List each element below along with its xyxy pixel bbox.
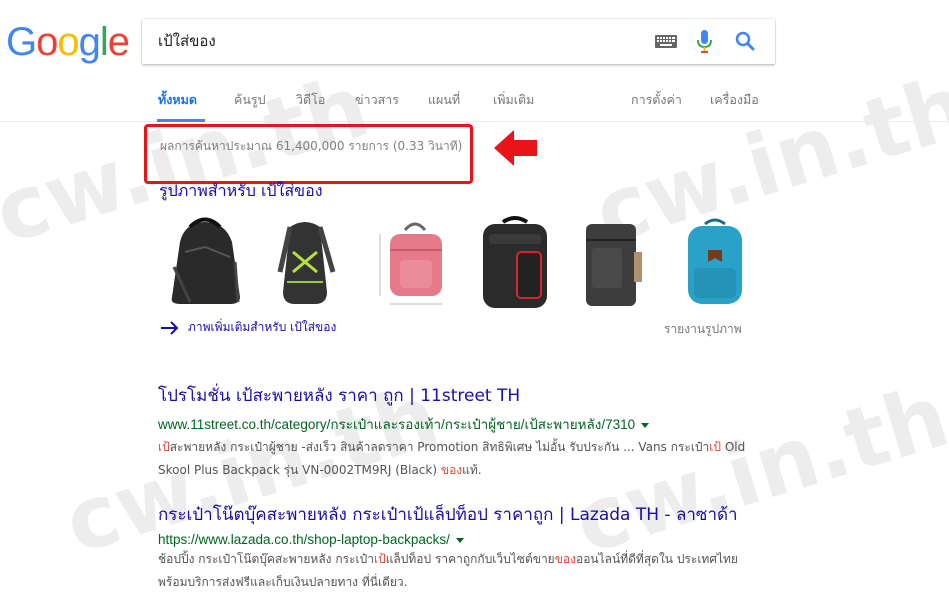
keyboard-icon[interactable] [655, 35, 677, 48]
image-thumbnail[interactable] [680, 212, 750, 312]
snippet-text: Old [721, 440, 746, 454]
logo-letter: o [36, 20, 58, 64]
tab-all[interactable]: ทั้งหมด [158, 90, 197, 110]
image-thumbnail[interactable] [475, 212, 555, 312]
tab-maps[interactable]: แผนที่ [428, 90, 460, 110]
logo-letter: o [57, 20, 79, 64]
tab-videos[interactable]: วิดีโอ [296, 90, 325, 110]
arrow-left-annotation-icon [494, 130, 537, 166]
tab-more[interactable]: เพิ่มเติม [493, 90, 534, 110]
more-images-link[interactable]: ภาพเพิ่มเติมสำหรับ เป้ใส่ของ [160, 318, 336, 337]
snippet-text: แท้. [462, 463, 482, 477]
report-images-link[interactable]: รายงานรูปภาพ [664, 320, 742, 339]
search-icon[interactable] [735, 31, 755, 51]
snippet-text: Skool Plus Backpack รุ่น VN-0002TM9RJ (B… [158, 463, 441, 477]
result-url-text: www.11street.co.th/category/กระเป๋าและรอ… [158, 417, 636, 432]
tab-images[interactable]: ค้นรูป [234, 90, 266, 110]
search-box [142, 19, 775, 64]
search-tabs: ทั้งหมด ค้นรูป วิดีโอ ข่าวสาร แผนที่ เพิ… [0, 86, 949, 122]
result-url: https://www.lazada.co.th/shop-laptop-bac… [158, 532, 778, 547]
logo-letter: g [78, 20, 101, 64]
result-url-text: https://www.lazada.co.th/shop-laptop-bac… [158, 532, 450, 547]
image-thumbnails [150, 212, 770, 312]
arrow-right-icon [161, 320, 179, 335]
snippet-highlight: ของ [554, 552, 576, 566]
snippet-text: สะพายหลัง กระเป๋าผู้ชาย -ส่งเร็ว สินค้าล… [169, 440, 710, 454]
snippet-text: พร้อมบริการส่งฟรีและเก็บเงินปลายทาง ที่น… [158, 575, 408, 589]
result-snippet: ช้อปปิ้ง กระเป๋าโน๊ตบุ๊คสะพายหลัง กระเป๋… [158, 548, 778, 594]
image-thumbnail[interactable] [578, 212, 648, 312]
search-result: กระเป๋าโน๊ตบุ๊คสะพายหลัง กระเป๋าเป้แล็ปท… [158, 501, 778, 594]
search-result: โปรโมชั่น เป้สะพายหลัง ราคา ถูก | 11stre… [158, 382, 778, 482]
image-thumbnail[interactable] [265, 212, 345, 312]
highlight-annotation-box [144, 124, 473, 184]
google-logo[interactable]: Google [6, 20, 130, 65]
search-input[interactable] [158, 29, 638, 53]
logo-letter: e [107, 20, 130, 64]
logo-letter: G [6, 20, 37, 64]
image-thumbnail[interactable] [160, 212, 250, 312]
result-title[interactable]: กระเป๋าโน๊ตบุ๊คสะพายหลัง กระเป๋าเป้แล็ปท… [158, 501, 778, 528]
snippet-highlight: เป้ [709, 440, 721, 454]
active-tab-indicator [157, 119, 205, 122]
logo-letter: l [99, 20, 109, 64]
tab-news[interactable]: ข่าวสาร [355, 90, 399, 110]
tab-tools[interactable]: เครื่องมือ [710, 90, 759, 110]
more-images-label: ภาพเพิ่มเติมสำหรับ เป้ใส่ของ [188, 320, 337, 334]
microphone-icon[interactable] [697, 30, 712, 54]
snippet-text: แล็ปท็อป ราคาถูกกับเว็บไซต์ขาย [385, 552, 555, 566]
header: Google ทั้งหมด ค้นรูป วิดีโอ ข่าวสาร แผน… [0, 0, 949, 122]
snippet-text: ออนไลน์ที่ดีที่สุดใน ประเทศไทย [576, 552, 738, 566]
snippet-highlight: เป้ [373, 552, 386, 566]
snippet-text: ช้อปปิ้ง กระเป๋าโน๊ตบุ๊คสะพายหลัง กระเป๋… [158, 552, 374, 566]
image-thumbnail[interactable] [370, 212, 460, 312]
result-url: www.11street.co.th/category/กระเป๋าและรอ… [158, 413, 778, 435]
tab-settings[interactable]: การตั้งค่า [631, 90, 682, 110]
snippet-highlight: เป้ [158, 440, 170, 454]
result-snippet: เป้สะพายหลัง กระเป๋าผู้ชาย -ส่งเร็ว สินค… [158, 436, 778, 482]
result-title[interactable]: โปรโมชั่น เป้สะพายหลัง ราคา ถูก | 11stre… [158, 382, 778, 409]
caret-down-icon[interactable] [641, 422, 650, 428]
snippet-highlight: ของ [440, 463, 463, 477]
caret-down-icon[interactable] [455, 537, 464, 543]
images-section-heading[interactable]: รูปภาพสำหรับ เป้ใส่ของ [159, 179, 323, 204]
